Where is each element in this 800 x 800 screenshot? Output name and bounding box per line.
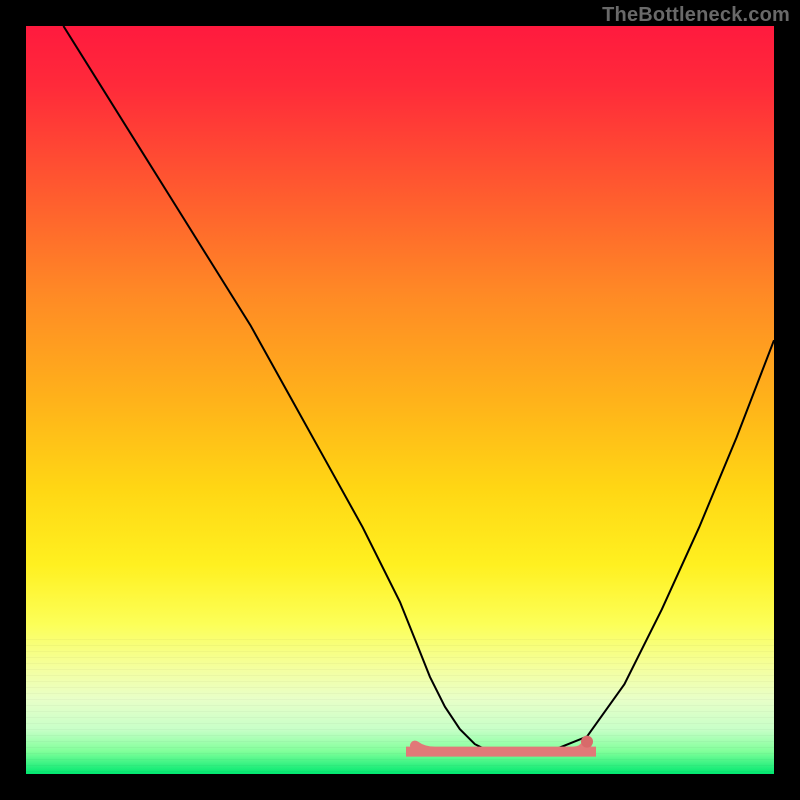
plot-area — [26, 26, 774, 774]
chart-frame: TheBottleneck.com — [0, 0, 800, 800]
bottleneck-curve — [63, 26, 774, 752]
optimal-range-end-dot — [581, 736, 593, 748]
watermark-text: TheBottleneck.com — [602, 4, 790, 27]
curve-svg — [26, 26, 774, 774]
